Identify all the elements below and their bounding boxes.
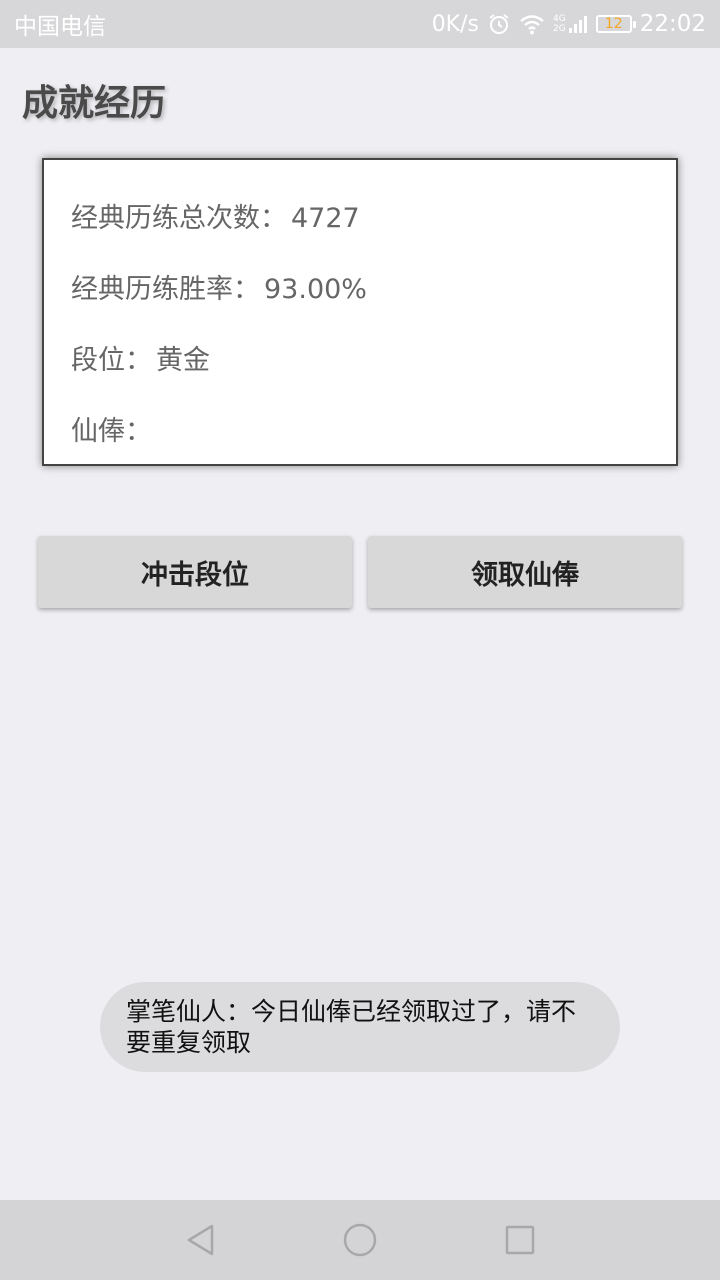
toast-message: 掌笔仙人：今日仙俸已经领取过了，请不要重复领取 [100, 982, 620, 1072]
rank-row: 段位： 黄金 [71, 338, 210, 377]
salary-row: 仙俸： [71, 409, 156, 448]
home-icon[interactable] [340, 1220, 380, 1260]
recents-icon[interactable] [500, 1220, 540, 1260]
rank-up-button[interactable]: 冲击段位 [38, 536, 352, 608]
status-icons: 0K/s 4G 2G 12 22:02 [432, 11, 706, 37]
total-count-label: 经典历练总次数： [71, 203, 287, 234]
total-count-value: 4727 [291, 203, 360, 234]
total-count-row: 经典历练总次数： 4727 [71, 196, 360, 235]
clock: 22:02 [639, 11, 706, 37]
rank-label: 段位： [71, 345, 152, 376]
net-speed: 0K/s [431, 11, 479, 37]
claim-salary-button[interactable]: 领取仙俸 [368, 536, 682, 608]
navigation-bar [0, 1200, 720, 1280]
battery-icon: 12 [595, 15, 636, 33]
network-type: 4G 2G [553, 14, 566, 34]
rank-value: 黄金 [156, 345, 210, 376]
back-icon[interactable] [180, 1220, 220, 1260]
win-rate-value: 93.00% [264, 274, 367, 305]
screen: 中国电信 0K/s 4G 2G 12 22:02 成就经历 经典历练总次数： 4… [0, 0, 720, 1280]
network-type-4g: 4G [553, 14, 566, 24]
alarm-icon [487, 12, 511, 36]
status-bar: 中国电信 0K/s 4G 2G 12 22:02 [0, 0, 720, 48]
page-title: 成就经历 [22, 83, 167, 124]
stats-card: 经典历练总次数： 4727 经典历练胜率： 93.00% 段位： 黄金 仙俸： [42, 158, 678, 466]
signal-icon: 4G 2G [553, 14, 588, 34]
wifi-icon [519, 13, 545, 35]
carrier-name: 中国电信 [14, 14, 106, 40]
network-type-2g: 2G [553, 24, 566, 34]
battery-level: 12 [604, 16, 623, 32]
salary-label: 仙俸： [71, 416, 152, 447]
win-rate-label: 经典历练胜率： [71, 274, 260, 305]
win-rate-row: 经典历练胜率： 93.00% [71, 267, 367, 306]
